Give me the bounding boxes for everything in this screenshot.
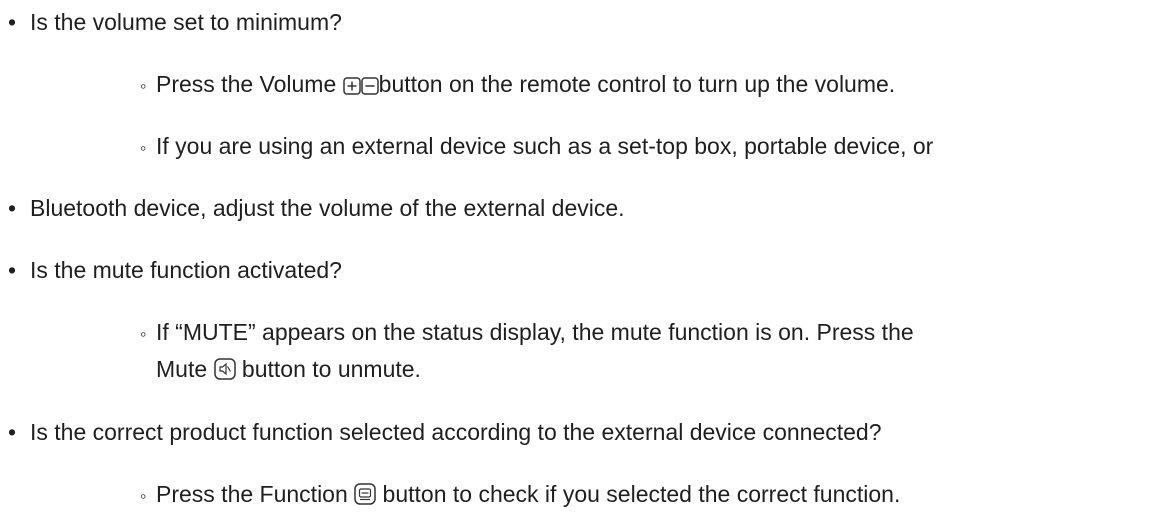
question-function: • Is the correct product function selecte… — [8, 417, 882, 447]
sub-bullet: ◦ — [140, 486, 147, 506]
volume-up-icon — [342, 77, 361, 95]
tip-function: ◦ Press the Function button to check if y… — [140, 479, 900, 511]
tip-volume-text-pre: Press the Volume — [156, 71, 337, 97]
sub-bullet: ◦ — [140, 324, 147, 344]
bluetooth-line: • Bluetooth device, adjust the volume of … — [8, 193, 625, 223]
tip-mute-2: Mute button to unmute. — [140, 354, 421, 384]
tip-volume-text-post: button on the remote control to turn up … — [378, 71, 896, 97]
question-volume-text: Is the volume set to minimum? — [30, 9, 342, 35]
bullet: • — [8, 195, 17, 221]
question-function-text: Is the correct product function selected… — [30, 419, 882, 445]
function-icon — [354, 483, 376, 505]
sub-bullet: ◦ — [140, 138, 147, 158]
sub-bullet: ◦ — [140, 76, 147, 96]
question-mute: • Is the mute function activated? — [8, 255, 342, 285]
bluetooth-line-text: Bluetooth device, adjust the volume of t… — [30, 195, 625, 221]
bullet: • — [8, 9, 17, 35]
tip-mute-text-1: If “MUTE” appears on the status display,… — [156, 319, 914, 345]
tip-function-text-post: button to check if you selected the corr… — [382, 481, 901, 507]
bullet: • — [8, 257, 17, 283]
bullet: • — [8, 419, 17, 445]
tip-mute-text-post: button to unmute. — [241, 356, 421, 382]
tip-volume-button: ◦ Press the Volume button on the remote c… — [140, 69, 895, 101]
tip-function-text-pre: Press the Function — [156, 481, 348, 507]
tip-mute-text-pre: Mute — [156, 356, 208, 382]
tip-mute-1: ◦ If “MUTE” appears on the status display… — [140, 317, 914, 349]
mute-icon — [213, 358, 236, 380]
tip-external-device: ◦ If you are using an external device suc… — [140, 131, 933, 163]
question-mute-text: Is the mute function activated? — [30, 257, 342, 283]
tip-external-device-text: If you are using an external device such… — [156, 133, 934, 159]
volume-down-icon — [360, 77, 379, 95]
question-volume: • Is the volume set to minimum? — [8, 7, 342, 37]
